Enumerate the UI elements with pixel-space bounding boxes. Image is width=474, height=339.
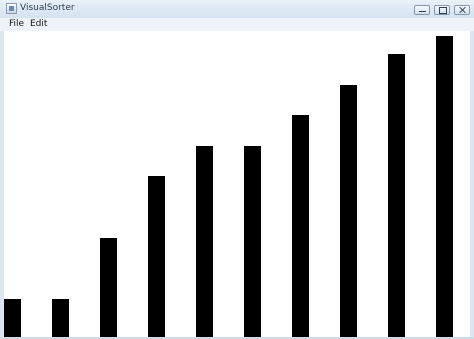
sort-bar-5	[196, 146, 213, 337]
sort-bar-9	[388, 54, 405, 337]
app-window: VisualSorter File Edit	[0, 0, 474, 339]
sort-visualization-canvas	[4, 31, 470, 337]
java-app-icon[interactable]	[6, 3, 17, 14]
sort-bar-3	[100, 238, 117, 337]
sort-bar-7	[292, 115, 309, 337]
sort-bar-1	[4, 299, 21, 337]
menu-bar: File Edit	[0, 18, 474, 31]
sort-bar-2	[52, 299, 69, 337]
sort-bar-4	[148, 176, 165, 337]
title-bar[interactable]: VisualSorter	[0, 0, 474, 18]
maximize-button[interactable]	[434, 5, 450, 15]
sort-bar-8	[340, 85, 357, 337]
menu-edit[interactable]: Edit	[28, 19, 49, 29]
menu-file[interactable]: File	[7, 19, 26, 29]
window-title: VisualSorter	[20, 3, 75, 13]
sort-bar-6	[244, 146, 261, 337]
minimize-button[interactable]	[414, 5, 430, 15]
sort-bar-10	[436, 36, 453, 337]
close-button[interactable]	[454, 5, 470, 15]
